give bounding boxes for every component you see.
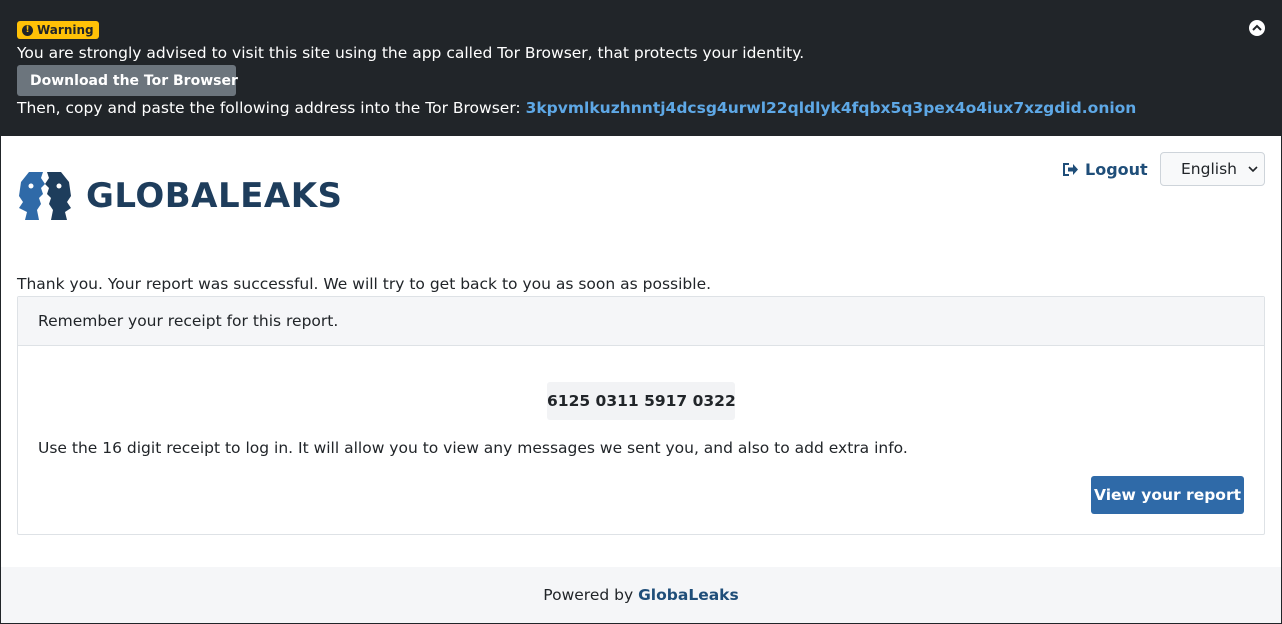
warning-badge: ! Warning: [17, 21, 99, 39]
receipt-code: 6125 0311 5917 0322: [547, 382, 736, 420]
brand-name: GLOBALEAKS: [86, 176, 343, 216]
exclamation-circle-icon: !: [22, 24, 33, 36]
view-report-button[interactable]: View your report: [1091, 476, 1244, 514]
sign-out-icon: [1063, 162, 1078, 176]
globaleaks-link[interactable]: GlobaLeaks: [638, 586, 739, 604]
tor-copy-text: Then, copy and paste the following addre…: [17, 99, 521, 117]
warning-badge-label: Warning: [37, 23, 94, 37]
chevron-down-icon: [1248, 166, 1258, 173]
receipt-card: Remember your receipt for this report. 6…: [17, 296, 1265, 535]
globaleaks-logo-icon: [19, 172, 71, 220]
close-banner-button[interactable]: [1249, 20, 1265, 36]
download-tor-button[interactable]: Download the Tor Browser: [17, 65, 238, 96]
submission-success-message: Thank you. Your report was successful. W…: [17, 275, 712, 293]
logout-button[interactable]: Logout: [1062, 158, 1148, 180]
logout-label: Logout: [1085, 159, 1148, 179]
receipt-instructions: Use the 16 digit receipt to log in. It w…: [38, 439, 908, 457]
chevron-up-icon: [1252, 24, 1262, 31]
receipt-card-header: Remember your receipt for this report.: [18, 297, 1264, 346]
onion-address-link[interactable]: 3kpvmlkuzhnntj4dcsg4urwl22qldlyk4fqbx5q3…: [526, 99, 1137, 117]
tor-copy-instructions: Then, copy and paste the following addre…: [17, 98, 1136, 118]
footer: Powered by GlobaLeaks: [1, 567, 1281, 623]
tor-advice-text: You are strongly advised to visit this s…: [17, 44, 805, 62]
download-tor-label: Download the Tor Browser: [30, 72, 238, 89]
tor-warning-banner: ! Warning You are strongly advised to vi…: [0, 0, 1282, 136]
language-selected-value: English: [1181, 160, 1237, 178]
powered-by-text: Powered by: [543, 586, 634, 604]
language-select[interactable]: English: [1160, 152, 1265, 186]
